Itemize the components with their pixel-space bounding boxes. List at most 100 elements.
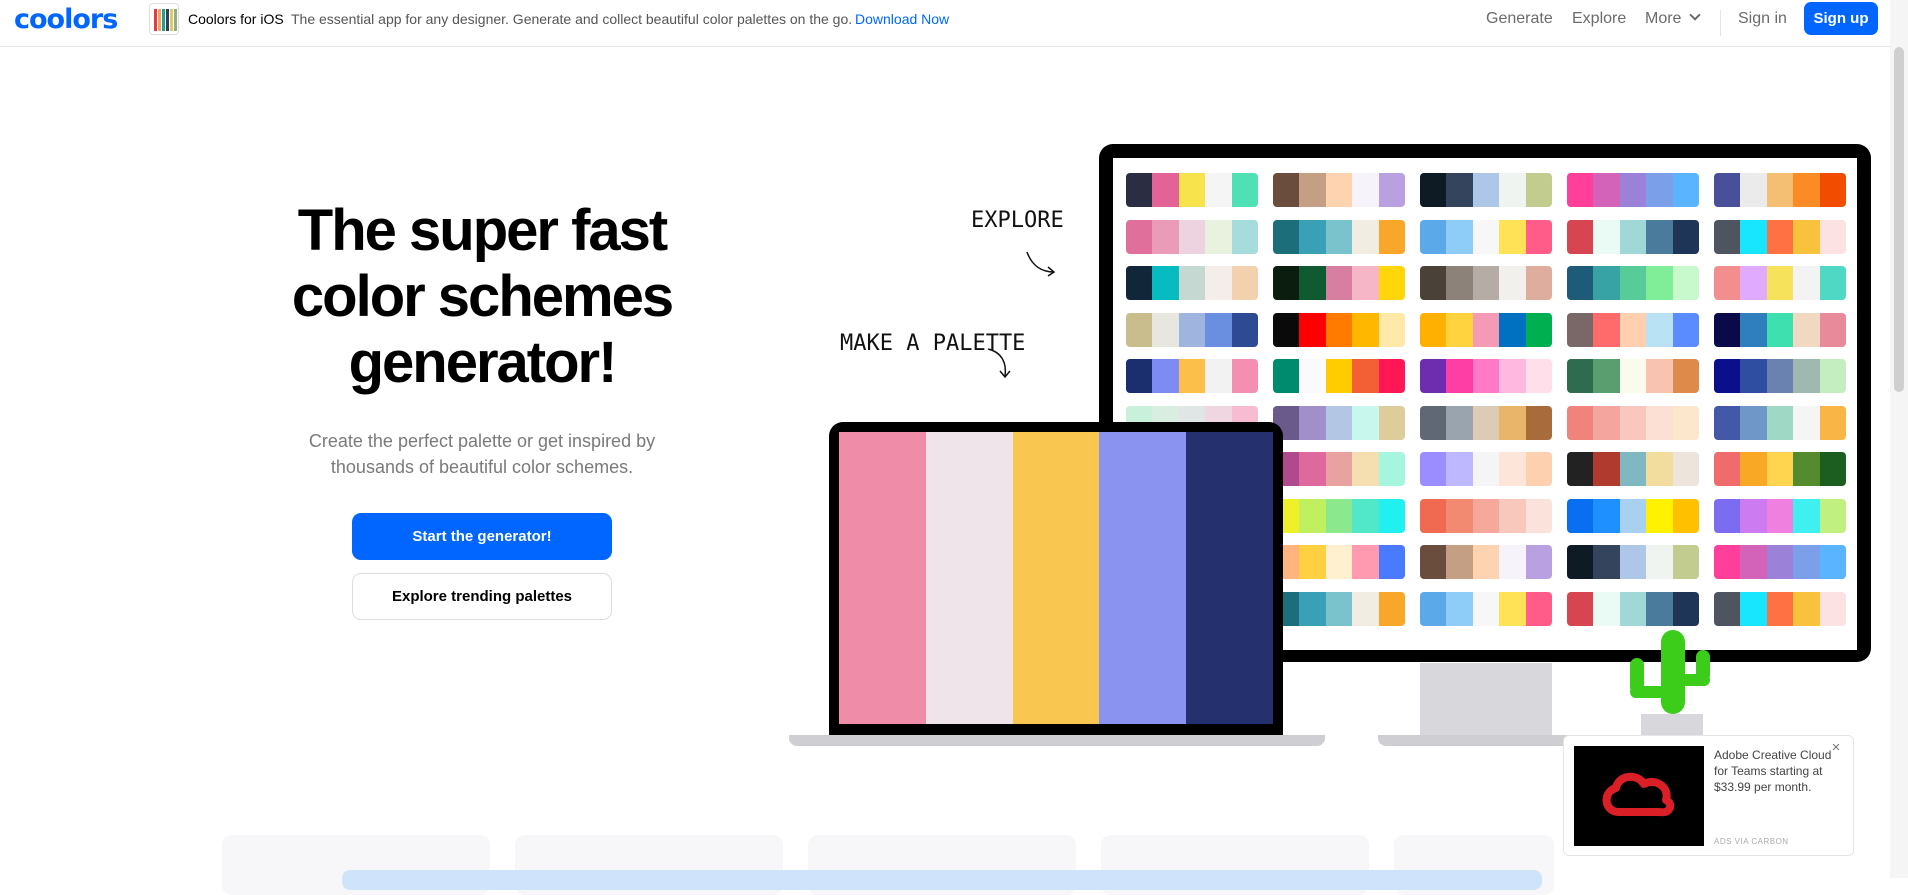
palette-swatch (1714, 359, 1741, 393)
palette-swatch (1472, 452, 1500, 486)
palette-swatch (1446, 545, 1473, 579)
close-icon[interactable]: × (1828, 740, 1844, 757)
palette-swatch (1446, 405, 1473, 440)
palette-swatch (1446, 359, 1473, 393)
palette-swatch (1231, 359, 1258, 393)
palette-swatch (925, 432, 1013, 724)
signup-button[interactable]: Sign up (1804, 2, 1878, 35)
palette-tile (1126, 173, 1258, 207)
info-banner (342, 870, 1542, 890)
nav-more[interactable]: More (1645, 9, 1702, 28)
palette-swatch (1325, 452, 1353, 486)
palette-tile (1567, 266, 1699, 300)
palette-swatch (1231, 219, 1258, 254)
palette-swatch (1619, 405, 1647, 440)
monitor-stand (1420, 663, 1552, 741)
palette-swatch (1567, 591, 1594, 626)
palette-swatch (1740, 312, 1767, 347)
palette-swatch (1714, 173, 1741, 207)
palette-swatch (1499, 452, 1526, 486)
palette-tile (1567, 173, 1699, 207)
palette-swatch (1646, 266, 1673, 300)
palette-swatch (1420, 173, 1447, 207)
palette-swatch (1646, 545, 1673, 579)
palette-swatch (1352, 591, 1379, 626)
palette-swatch (1178, 359, 1206, 393)
palette-swatch (1525, 173, 1552, 207)
hero-subtitle-line: Create the perfect palette or get inspir… (308, 431, 656, 451)
palette-swatch (1273, 173, 1300, 207)
palette-swatch (1740, 545, 1767, 579)
palette-swatch (1378, 498, 1405, 533)
palette-swatch (1378, 452, 1405, 486)
ads-via-carbon-label[interactable]: ADS VIA CARBON (1714, 837, 1789, 846)
palette-swatch (1378, 545, 1405, 579)
palette-swatch (1178, 173, 1206, 207)
palette-swatch (1152, 219, 1179, 254)
coolors-logo[interactable]: coolors (14, 4, 118, 35)
palette-tile (1420, 219, 1552, 254)
palette-swatch (1499, 498, 1526, 533)
ad-text[interactable]: Adobe Creative Cloud for Teams starting … (1714, 747, 1832, 795)
nav-signin[interactable]: Sign in (1738, 10, 1787, 28)
hero-title-line: generator! (348, 330, 618, 395)
palette-tile (1420, 591, 1552, 626)
palette-tile (1273, 359, 1405, 393)
palette-swatch (1525, 219, 1552, 254)
palette-swatch (1567, 545, 1594, 579)
palette-tile (1126, 312, 1258, 347)
palette-tile (1714, 359, 1846, 393)
palette-swatch (1446, 266, 1473, 300)
palette-swatch (1619, 498, 1647, 533)
palette-swatch (1646, 498, 1673, 533)
palette-swatch (1740, 498, 1767, 533)
palette-swatch (1793, 452, 1820, 486)
palette-swatch (1714, 405, 1741, 440)
top-navigation-bar: coolors Coolors for iOS The essential ap… (0, 0, 1908, 47)
palette-swatch (1205, 173, 1232, 207)
palette-swatch (1714, 545, 1741, 579)
carbon-ad[interactable]: Adobe Creative Cloud for Teams starting … (1563, 735, 1854, 856)
download-now-link[interactable]: Download Now (855, 11, 949, 27)
palette-swatch (1499, 173, 1526, 207)
palette-swatch (1273, 359, 1300, 393)
nav-explore[interactable]: Explore (1572, 10, 1626, 28)
palette-tile (1420, 452, 1552, 486)
palette-swatch (1499, 405, 1526, 440)
palette-swatch (1619, 359, 1647, 393)
palette-swatch (1567, 405, 1594, 440)
palette-tile (1567, 545, 1699, 579)
palette-swatch (1299, 266, 1326, 300)
palette-swatch (1567, 219, 1594, 254)
palette-swatch (1299, 545, 1326, 579)
palette-swatch (1714, 498, 1741, 533)
hero-title-line: The super fast (297, 198, 668, 263)
palette-tile (1273, 219, 1405, 254)
palette-swatch (1672, 359, 1699, 393)
adobe-creative-cloud-logo[interactable] (1574, 746, 1704, 846)
scrollbar-thumb[interactable] (1894, 47, 1904, 392)
palette-tile (1567, 452, 1699, 486)
ios-app-icon[interactable] (149, 3, 179, 35)
palette-swatch (1472, 405, 1500, 440)
palette-tile (1567, 359, 1699, 393)
palette-tile (1126, 359, 1258, 393)
palette-swatch (1793, 173, 1820, 207)
palette-swatch (1325, 219, 1353, 254)
palette-swatch (1646, 591, 1673, 626)
creative-cloud-icon (1602, 772, 1675, 817)
explore-trending-button[interactable]: Explore trending palettes (352, 573, 612, 620)
nav-more-label: More (1645, 10, 1682, 27)
palette-swatch (1472, 219, 1500, 254)
palette-swatch (1499, 359, 1526, 393)
palette-swatch (1793, 405, 1820, 440)
palette-swatch (1593, 545, 1620, 579)
start-generator-button[interactable]: Start the generator! (352, 513, 612, 560)
palette-tile (1273, 173, 1405, 207)
palette-swatch (1126, 359, 1153, 393)
nav-generate[interactable]: Generate (1486, 10, 1553, 28)
palette-swatch (1499, 312, 1526, 347)
palette-swatch (1126, 266, 1153, 300)
palette-swatch (1325, 266, 1353, 300)
palette-tile (1420, 312, 1552, 347)
